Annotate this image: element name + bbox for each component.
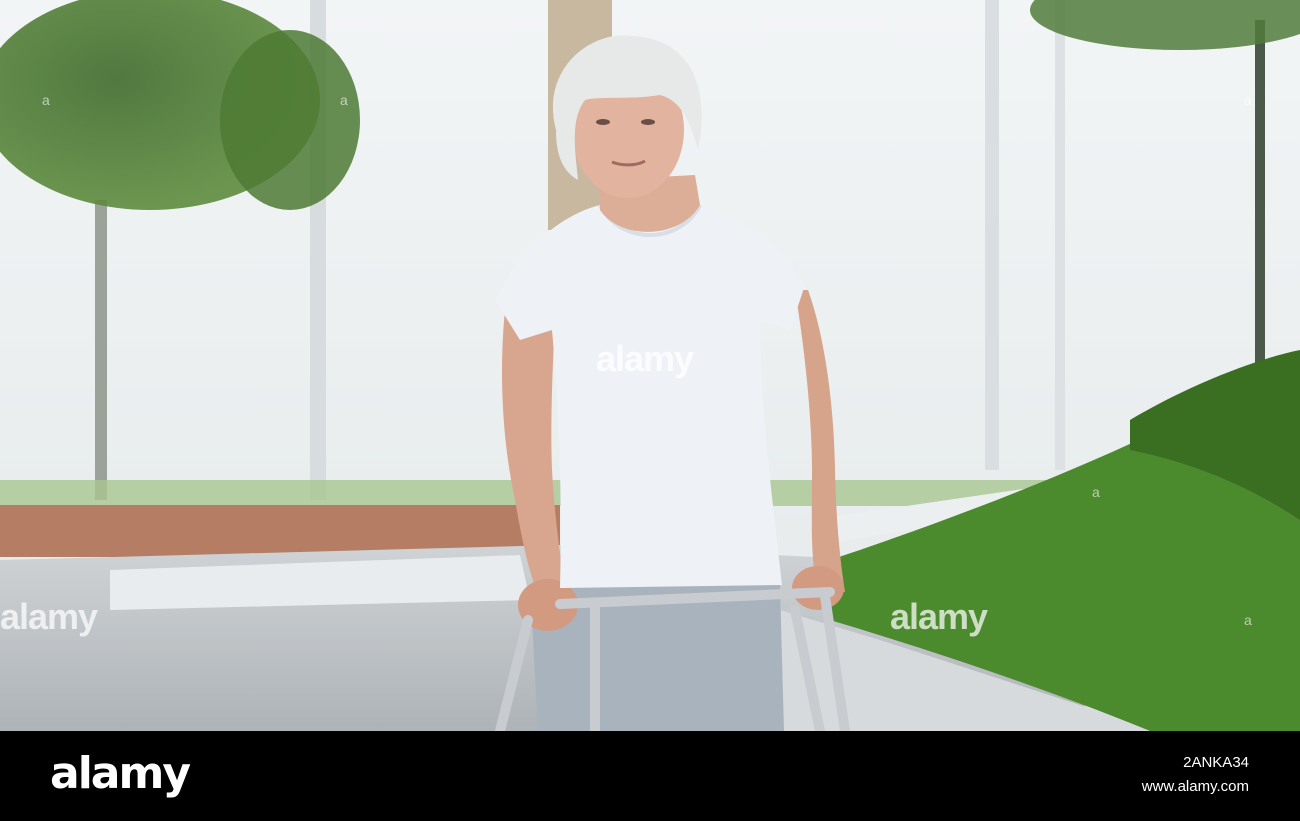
alamy-logo: alamy xyxy=(50,748,191,799)
image-id: 2ANKA34 xyxy=(1183,754,1249,771)
footer-bar xyxy=(0,731,1300,821)
left-eye xyxy=(596,119,610,125)
watermark-small: a xyxy=(42,92,50,108)
lamp-post xyxy=(1255,20,1265,380)
column xyxy=(985,0,999,470)
watermark: alamy xyxy=(890,596,988,637)
watermark-small: a xyxy=(1244,612,1252,628)
tree-trunk-left xyxy=(95,200,107,500)
right-eye xyxy=(641,119,655,125)
watermark: alamy xyxy=(596,338,694,379)
column xyxy=(1055,0,1065,470)
watermark-small: a xyxy=(1244,92,1252,108)
watermark-small: a xyxy=(340,92,348,108)
watermark-small: a xyxy=(1092,484,1100,500)
site-url: www.alamy.com xyxy=(1141,778,1249,795)
watermark: alamy xyxy=(0,596,98,637)
photo: alamy alamy alamy a a a a a xyxy=(0,0,1300,731)
tree-foliage xyxy=(220,30,360,210)
stock-photo-frame: alamy alamy alamy a a a a a alamy 2ANKA3… xyxy=(0,0,1300,821)
